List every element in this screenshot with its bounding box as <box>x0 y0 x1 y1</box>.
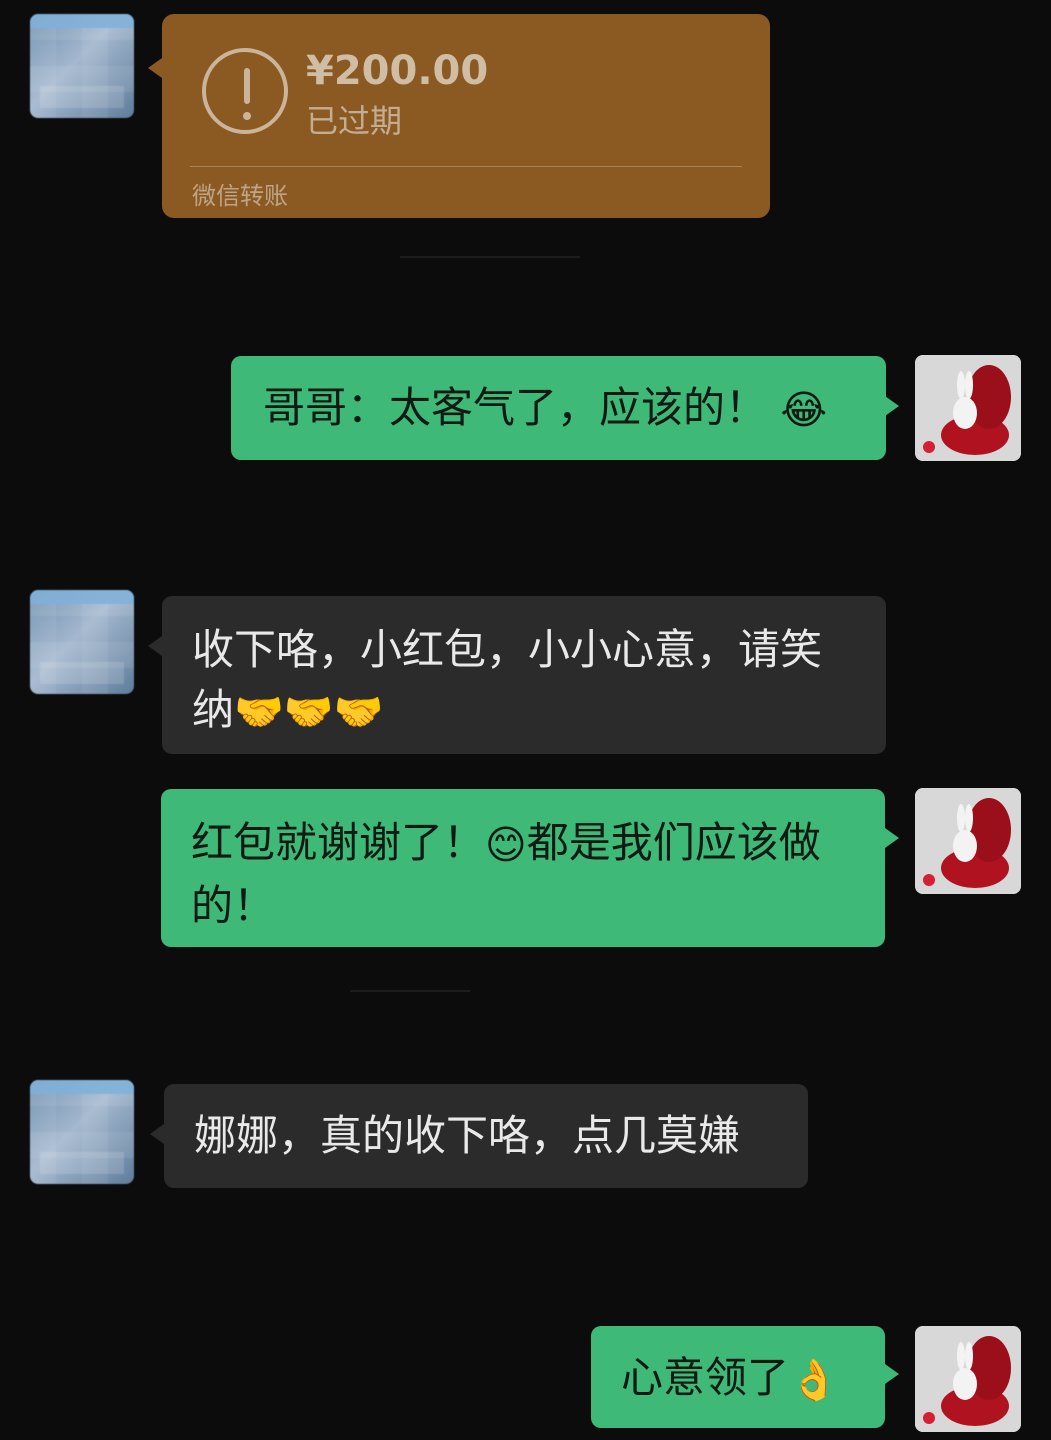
message-bubble-incoming[interactable]: 娜娜，真的收下咯，点几莫嫌 <box>164 1084 808 1188</box>
chat-area: ¥200.00 已过期 微信转账 哥哥：太客气了，应该的！ 😂 收下咯，小红包，… <box>0 0 1051 1440</box>
transfer-status: 已过期 <box>306 102 403 140</box>
rabbit-apple-avatar-icon <box>915 1326 1021 1432</box>
message-text: 哥哥：太客气了，应该的！ <box>263 383 768 432</box>
transfer-label: 微信转账 <box>192 182 288 210</box>
wechat-transfer-card[interactable]: ¥200.00 已过期 微信转账 <box>148 14 770 218</box>
contact-avatar[interactable] <box>30 590 134 694</box>
message-text: 心意领了 <box>621 1353 790 1402</box>
tears-of-joy-icon: 😂 <box>780 387 828 434</box>
ok-hand-icon: 👌 <box>789 1357 839 1404</box>
bubble-tail <box>148 636 162 656</box>
bubble-tail <box>885 1364 899 1384</box>
self-avatar[interactable] <box>915 788 1021 894</box>
handshake-icons: 🤝🤝🤝 <box>234 689 384 736</box>
divider-faint <box>400 256 580 258</box>
message-bubble-incoming[interactable]: 收下咯，小红包，小小心意，请笑纳🤝🤝🤝 <box>162 596 886 754</box>
transfer-divider <box>190 166 742 167</box>
contact-avatar[interactable] <box>30 14 134 118</box>
bubble-tail <box>148 58 162 78</box>
self-avatar[interactable] <box>915 1326 1021 1432</box>
smiling-face-icon: 😊 <box>485 822 527 869</box>
message-bubble-outgoing[interactable]: 哥哥：太客气了，应该的！ 😂 <box>231 356 886 460</box>
divider-faint <box>350 990 470 992</box>
bubble-tail <box>885 396 899 416</box>
message-bubble-outgoing[interactable]: 心意领了👌 <box>591 1326 885 1428</box>
transfer-amount: ¥200.00 <box>306 48 489 94</box>
self-avatar[interactable] <box>915 355 1021 461</box>
message-bubble-outgoing[interactable]: 红包就谢谢了！😊都是我们应该做的！ <box>161 789 885 947</box>
message-text: 红包就谢谢了！ <box>191 818 486 867</box>
bubble-tail <box>885 828 899 848</box>
contact-avatar[interactable] <box>30 1080 134 1184</box>
exclamation-circle-icon <box>202 48 288 134</box>
rabbit-apple-avatar-icon <box>915 788 1021 894</box>
message-text: 娜娜，真的收下咯，点几莫嫌 <box>194 1111 741 1160</box>
bubble-tail <box>150 1124 164 1144</box>
rabbit-apple-avatar-icon <box>915 355 1021 461</box>
